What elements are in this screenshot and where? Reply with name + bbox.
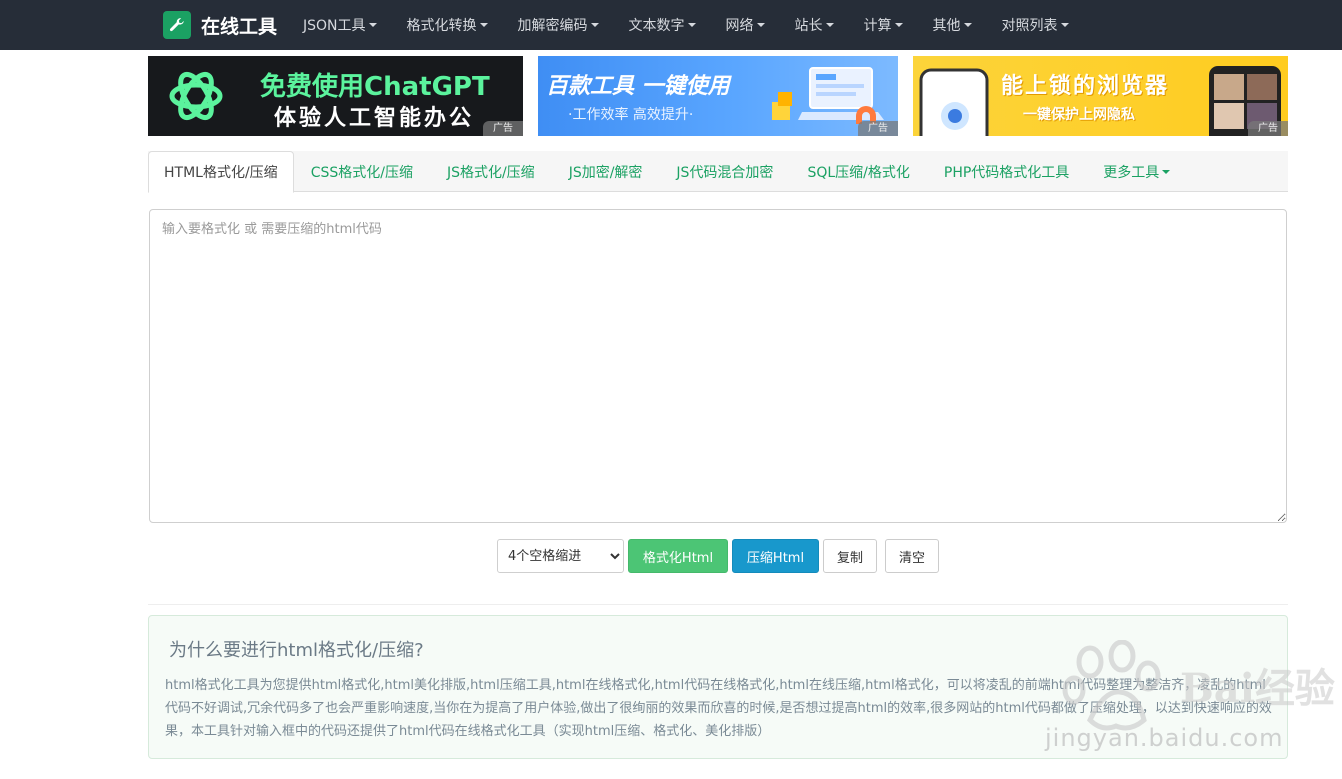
tab-js-format[interactable]: JS格式化/压缩 bbox=[430, 151, 552, 192]
indent-select[interactable]: 4个空格缩进 bbox=[497, 539, 624, 573]
ad-subline: ·工作效率 高效提升· bbox=[568, 107, 694, 123]
ad-tag: 广告 bbox=[858, 121, 898, 136]
ad-subline: 一键保护上网隐私 bbox=[1023, 107, 1135, 123]
nav-item-label: JSON工具 bbox=[303, 18, 366, 34]
ad-banner-tools[interactable]: 百款工具 一键使用 ·工作效率 高效提升· 广告 bbox=[538, 56, 898, 136]
nav-item-format[interactable]: 格式化转换 bbox=[392, 0, 503, 50]
ad-headline: 免费使用ChatGPT bbox=[260, 72, 490, 102]
format-html-button[interactable]: 格式化Html bbox=[628, 539, 728, 573]
ad-banner-browser[interactable]: 能上锁的浏览器 一键保护上网隐私 广告 bbox=[913, 56, 1288, 136]
tab-label: JS代码混合加密 bbox=[676, 164, 774, 181]
ad-headline: 能上锁的浏览器 bbox=[1001, 74, 1170, 99]
compress-html-button[interactable]: 压缩Html bbox=[732, 539, 819, 573]
nav-item-label: 文本数字 bbox=[628, 18, 685, 34]
caret-down-icon bbox=[687, 23, 696, 27]
html-code-input[interactable] bbox=[149, 209, 1287, 523]
nav-item-label: 对照列表 bbox=[1001, 18, 1058, 34]
info-title: 为什么要进行html格式化/压缩? bbox=[169, 640, 424, 661]
caret-down-icon bbox=[1162, 169, 1171, 174]
copy-button[interactable]: 复制 bbox=[823, 539, 877, 573]
caret-down-icon bbox=[825, 23, 834, 27]
nav-item-label: 格式化转换 bbox=[406, 18, 477, 34]
caret-down-icon bbox=[368, 23, 377, 27]
brand-logo[interactable]: 在线工具 bbox=[163, 11, 277, 39]
caret-down-icon bbox=[1060, 23, 1069, 27]
nav-item-label: 网络 bbox=[725, 18, 754, 34]
action-bar: 4个空格缩进 格式化Html 压缩Html 复制 清空 bbox=[497, 539, 939, 573]
info-panel: 为什么要进行html格式化/压缩? html格式化工具为您提供html格式化,h… bbox=[148, 615, 1288, 759]
nav-item-label: 加解密编码 bbox=[517, 18, 588, 34]
nav-item-label: 站长 bbox=[794, 18, 823, 34]
tab-js-obfuscate[interactable]: JS代码混合加密 bbox=[659, 151, 790, 192]
tab-label: HTML格式化/压缩 bbox=[164, 165, 278, 181]
tab-label: SQL压缩/格式化 bbox=[807, 164, 910, 181]
caret-down-icon bbox=[590, 23, 599, 27]
openai-logo-icon bbox=[169, 72, 223, 120]
tab-more-tools[interactable]: 更多工具 bbox=[1086, 151, 1187, 192]
ad-tag: 广告 bbox=[483, 121, 523, 136]
nav-item-other[interactable]: 其他 bbox=[918, 0, 987, 50]
nav-item-webmaster[interactable]: 站长 bbox=[780, 0, 849, 50]
tab-label: 更多工具 bbox=[1103, 164, 1160, 181]
tab-html-format[interactable]: HTML格式化/压缩 bbox=[148, 151, 294, 193]
caret-down-icon bbox=[963, 23, 972, 27]
tab-label: JS格式化/压缩 bbox=[446, 164, 535, 181]
nav-item-json[interactable]: JSON工具 bbox=[288, 0, 392, 50]
wrench-icon bbox=[163, 11, 191, 39]
tab-label: PHP代码格式化工具 bbox=[943, 164, 1070, 181]
info-body: html格式化工具为您提供html格式化,html美化排版,html压缩工具,h… bbox=[165, 678, 1272, 739]
tab-php-format[interactable]: PHP代码格式化工具 bbox=[927, 151, 1086, 192]
phone-illustration-icon bbox=[919, 68, 989, 136]
caret-down-icon bbox=[479, 23, 488, 27]
tool-tabs: HTML格式化/压缩 CSS格式化/压缩 JS格式化/压缩 JS加密/解密 JS… bbox=[148, 151, 1288, 193]
nav-item-label: 其他 bbox=[932, 18, 961, 34]
tab-label: CSS格式化/压缩 bbox=[310, 164, 413, 181]
brand-name: 在线工具 bbox=[201, 15, 278, 38]
nav-item-calc[interactable]: 计算 bbox=[849, 0, 918, 50]
caret-down-icon bbox=[894, 23, 903, 27]
top-navbar: 在线工具 JSON工具 格式化转换 加解密编码 文本数字 网络 站长 计算 其他… bbox=[0, 0, 1342, 50]
tab-label: JS加密/解密 bbox=[568, 164, 643, 181]
tab-sql-format[interactable]: SQL压缩/格式化 bbox=[790, 151, 926, 192]
nav-item-text[interactable]: 文本数字 bbox=[614, 0, 711, 50]
tab-css-format[interactable]: CSS格式化/压缩 bbox=[294, 151, 430, 192]
tab-js-encrypt[interactable]: JS加密/解密 bbox=[552, 151, 660, 192]
nav-item-label: 计算 bbox=[863, 18, 892, 34]
nav-item-network[interactable]: 网络 bbox=[711, 0, 780, 50]
ad-banner-chatgpt[interactable]: 免费使用ChatGPT 体验人工智能办公 广告 bbox=[148, 56, 523, 136]
section-divider bbox=[148, 604, 1288, 605]
clear-button[interactable]: 清空 bbox=[885, 539, 939, 573]
ad-tag: 广告 bbox=[1248, 121, 1288, 136]
nav-menu: JSON工具 格式化转换 加解密编码 文本数字 网络 站长 计算 其他 对照列表 bbox=[288, 0, 1084, 50]
ad-subline: 体验人工智能办公 bbox=[274, 106, 475, 131]
caret-down-icon bbox=[756, 23, 765, 27]
nav-item-tables[interactable]: 对照列表 bbox=[987, 0, 1084, 50]
ad-headline: 百款工具 一键使用 bbox=[546, 74, 730, 99]
nav-item-crypto[interactable]: 加解密编码 bbox=[503, 0, 614, 50]
